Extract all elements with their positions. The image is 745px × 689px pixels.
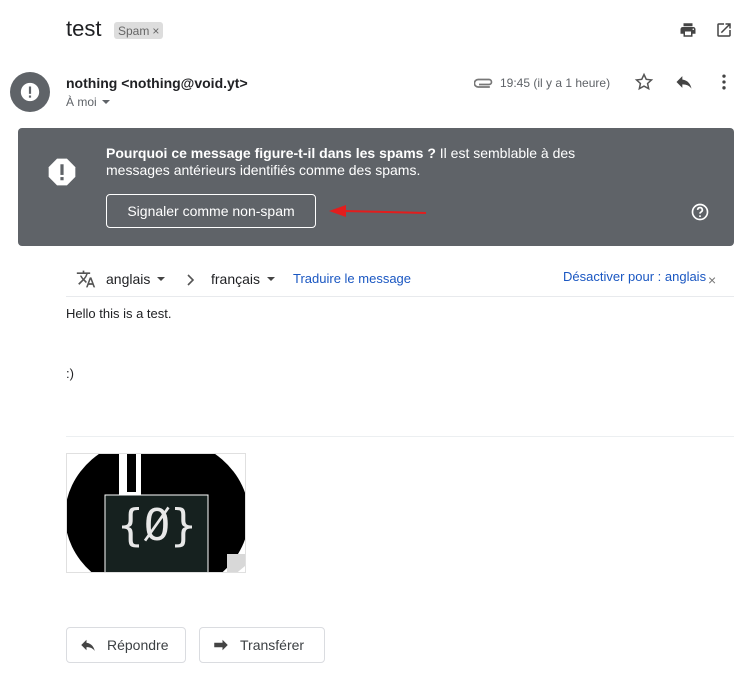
chevron-right-icon bbox=[186, 273, 196, 286]
help-button[interactable] bbox=[688, 200, 712, 224]
paperclip-icon bbox=[474, 78, 493, 88]
attachment-logo-text: {Ø} bbox=[117, 500, 197, 551]
target-language-dropdown[interactable]: français bbox=[211, 271, 276, 287]
reply-icon bbox=[81, 639, 95, 651]
email-timestamp: 19:45 (il y a 1 heure) bbox=[500, 76, 611, 90]
print-button[interactable] bbox=[676, 18, 700, 42]
forward-icon bbox=[214, 639, 228, 651]
help-icon bbox=[691, 203, 709, 221]
forward-action-label: Transférer bbox=[240, 637, 305, 653]
caret-down-icon bbox=[267, 277, 276, 281]
email-body-line-2: :) bbox=[66, 366, 74, 381]
recipient-label: À moi bbox=[66, 95, 97, 109]
sender-avatar bbox=[10, 72, 50, 112]
reply-icon bbox=[676, 76, 692, 89]
remove-label-icon[interactable]: × bbox=[152, 24, 159, 38]
source-language-dropdown[interactable]: anglais bbox=[106, 271, 166, 287]
target-language-label: français bbox=[211, 271, 261, 287]
recipient-toggle[interactable]: À moi bbox=[66, 95, 111, 109]
attachment-thumbnail[interactable]: {Ø} bbox=[66, 453, 246, 573]
email-body-line-1: Hello this is a test. bbox=[66, 306, 172, 321]
close-translate-icon[interactable]: × bbox=[708, 272, 716, 288]
more-vert-icon bbox=[722, 74, 726, 90]
email-subject: test bbox=[66, 16, 102, 41]
open-new-window-button[interactable] bbox=[712, 18, 736, 42]
reply-action-label: Répondre bbox=[107, 637, 169, 653]
alert-icon bbox=[20, 82, 40, 102]
spam-explanation: Pourquoi ce message figure-t-il dans les… bbox=[106, 145, 626, 179]
more-options-button[interactable] bbox=[712, 70, 736, 94]
red-annotation-arrow bbox=[326, 202, 428, 220]
banner-alert-icon bbox=[46, 156, 78, 188]
report-not-spam-button[interactable]: Signaler comme non-spam bbox=[106, 194, 316, 228]
star-button[interactable] bbox=[632, 70, 656, 94]
reply-action-button[interactable]: Répondre bbox=[66, 627, 186, 663]
spam-label-text: Spam bbox=[118, 23, 150, 38]
star-outline-icon bbox=[634, 72, 654, 91]
reply-button[interactable] bbox=[672, 70, 696, 94]
translate-message-link[interactable]: Traduire le message bbox=[293, 271, 411, 286]
disable-translation-link[interactable]: Désactiver pour : anglais bbox=[563, 269, 706, 284]
open-in-new-icon bbox=[717, 23, 731, 37]
caret-down-icon bbox=[101, 100, 110, 104]
caret-down-icon bbox=[157, 277, 166, 281]
spam-label-chip[interactable]: Spam × bbox=[114, 22, 164, 39]
forward-action-button[interactable]: Transférer bbox=[199, 627, 325, 663]
source-language-label: anglais bbox=[106, 271, 151, 287]
attachment-divider bbox=[66, 436, 734, 437]
print-icon bbox=[680, 23, 696, 37]
sender-name: nothing <nothing@void.yt> bbox=[66, 75, 248, 91]
translate-icon bbox=[76, 269, 96, 289]
spam-explanation-title: Pourquoi ce message figure-t-il dans les… bbox=[106, 145, 436, 161]
attachment-indicator bbox=[474, 74, 494, 90]
